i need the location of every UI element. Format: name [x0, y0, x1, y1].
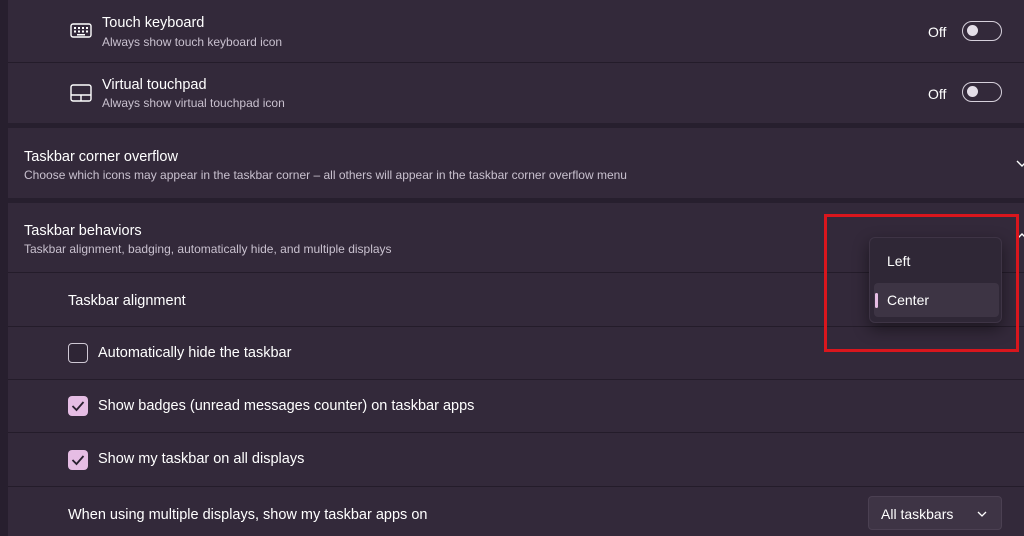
taskbar-behaviors-description: Taskbar alignment, badging, automaticall… — [24, 242, 392, 256]
touch-keyboard-state: Off — [928, 24, 947, 40]
toggle-knob — [967, 86, 978, 97]
show-badges-label: Show badges (unread messages counter) on… — [98, 398, 475, 414]
touchpad-icon — [70, 84, 92, 102]
row-divider — [8, 432, 1024, 433]
corner-overflow-description: Choose which icons may appear in the tas… — [24, 168, 627, 182]
virtual-touchpad-toggle[interactable] — [962, 82, 1002, 102]
auto-hide-checkbox[interactable] — [68, 343, 88, 363]
corner-overflow-title: Taskbar corner overflow — [24, 149, 178, 165]
toggle-knob — [967, 25, 978, 36]
show-badges-checkbox[interactable] — [68, 396, 88, 416]
keyboard-icon — [70, 23, 92, 38]
chevron-down-icon — [977, 511, 987, 517]
chevron-down-icon[interactable] — [1016, 160, 1024, 168]
highlight-box — [824, 214, 1019, 352]
virtual-touchpad-state: Off — [928, 86, 947, 102]
all-displays-checkbox[interactable] — [68, 450, 88, 470]
multi-display-label: When using multiple displays, show my ta… — [68, 507, 428, 523]
multi-display-value: All taskbars — [881, 506, 954, 522]
row-divider — [8, 379, 1024, 380]
row-divider — [8, 486, 1024, 487]
auto-hide-label: Automatically hide the taskbar — [98, 345, 292, 361]
touch-keyboard-description: Always show touch keyboard icon — [102, 35, 283, 49]
virtual-touchpad-title: Virtual touchpad — [102, 77, 207, 93]
row-divider — [8, 62, 1024, 63]
checkmark-icon — [71, 401, 85, 412]
taskbar-settings-page: Touch keyboard Always show touch keyboar… — [0, 0, 1024, 536]
touch-keyboard-title: Touch keyboard — [102, 15, 205, 31]
taskbar-alignment-label: Taskbar alignment — [68, 293, 186, 309]
all-displays-label: Show my taskbar on all displays — [98, 451, 305, 467]
taskbar-behaviors-title: Taskbar behaviors — [24, 223, 142, 239]
checkmark-icon — [71, 455, 85, 466]
touch-keyboard-toggle[interactable] — [962, 21, 1002, 41]
multi-display-dropdown[interactable]: All taskbars — [868, 496, 1002, 530]
virtual-touchpad-description: Always show virtual touchpad icon — [102, 96, 285, 110]
